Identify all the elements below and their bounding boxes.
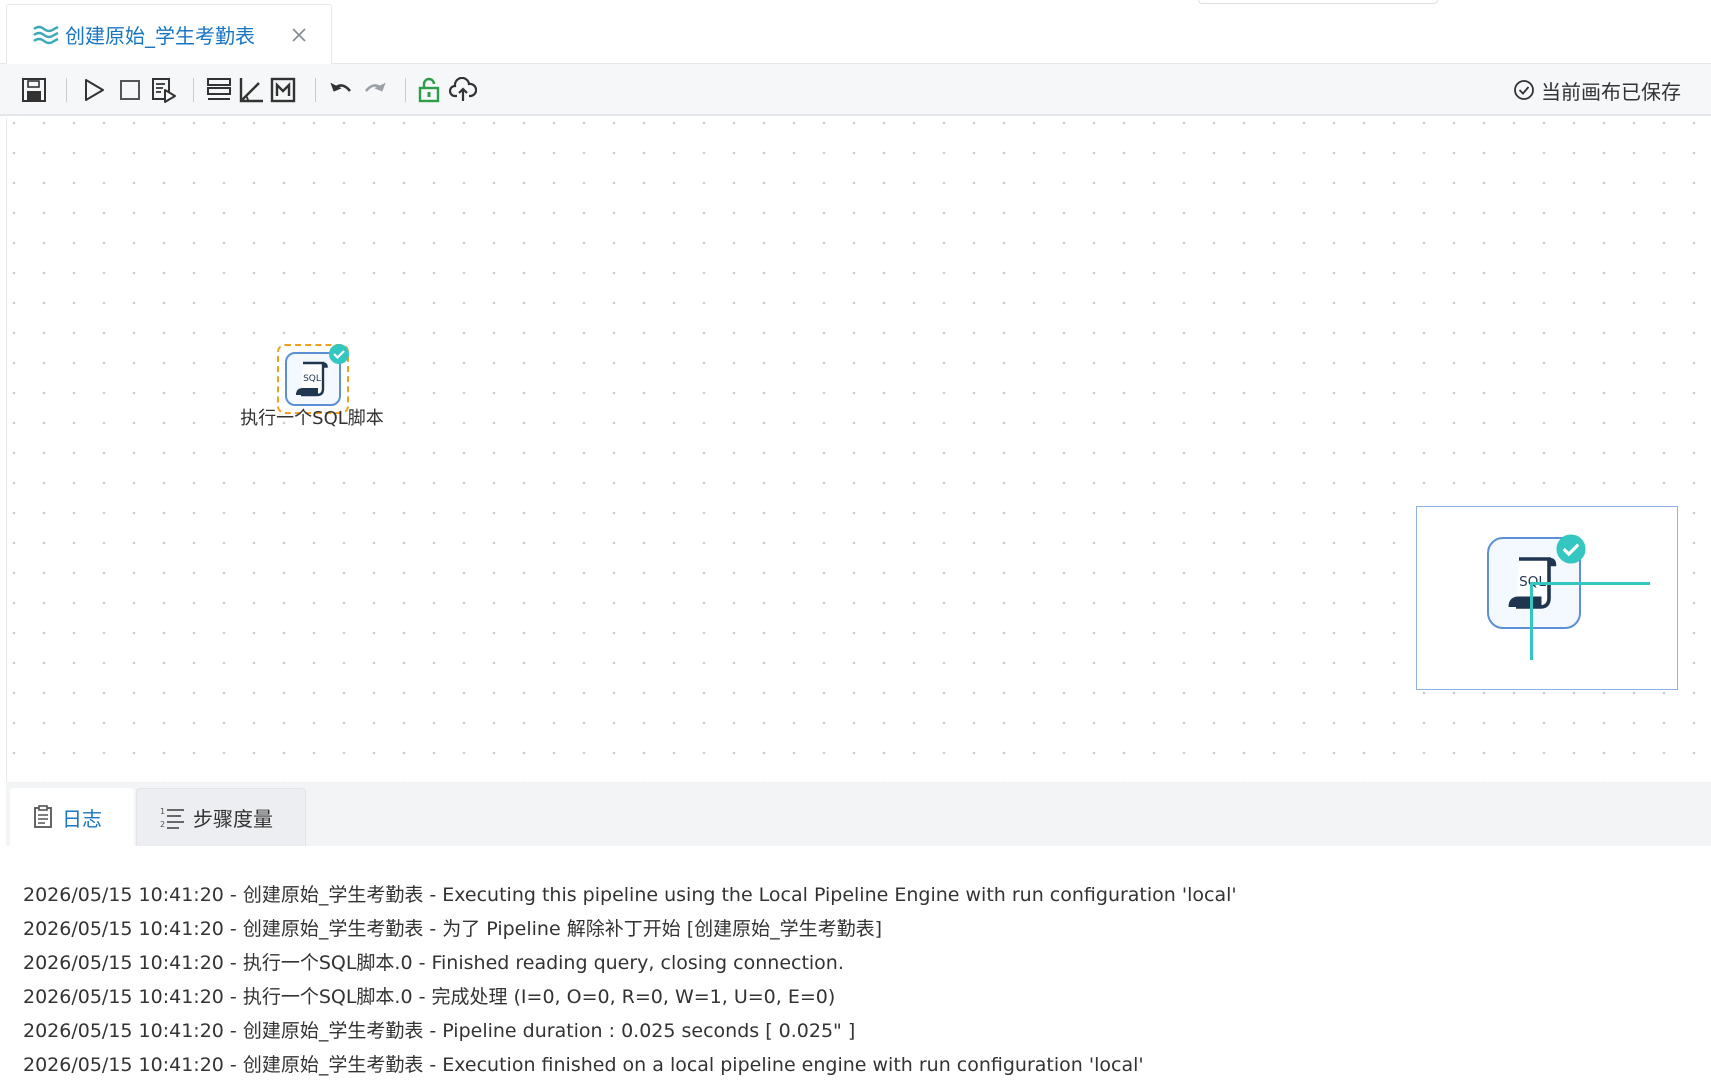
log-output[interactable]: 2026/05/15 10:41:20 - 创建原始_学生考勤表 - Execu… [6,846,1711,1080]
log-line: 2026/05/15 10:41:20 - 创建原始_学生考勤表 - Execu… [23,1054,1144,1076]
toolbar-divider [193,78,194,102]
preview-icon[interactable] [149,75,179,105]
log-line: 2026/05/15 10:41:20 - 创建原始_学生考勤表 - 为了 Pi… [23,918,883,940]
unlock-icon[interactable] [414,75,444,105]
top-search-box[interactable] [1198,0,1438,4]
minimap-crosshair-h [1530,582,1650,585]
stop-icon[interactable] [115,75,145,105]
metric-icon[interactable] [268,75,298,105]
bottom-panel-tabs: 日志 1 2 步骤度量 [6,782,1711,846]
log-line: 2026/05/15 10:41:20 - 执行一个SQL脚本.0 - 完成处理… [23,986,836,1008]
save-icon[interactable] [19,75,49,105]
sql-icon-text: SQL [303,374,321,384]
play-icon[interactable] [79,75,109,105]
check-circle-icon [1514,80,1534,100]
pipeline-wave-icon [31,20,61,50]
pipeline-canvas[interactable]: SQL 执行一个SQL脚本 SQL [6,118,1711,782]
log-line: 2026/05/15 10:41:20 - 执行一个SQL脚本.0 - Fini… [23,952,844,974]
tab-log-label: 日志 [62,806,102,831]
saved-status: 当前画布已保存 [1513,76,1681,104]
canvas-minimap[interactable]: SQL [1416,506,1678,690]
toolbar-divider [315,78,316,102]
tab-pipeline[interactable]: 创建原始_学生考勤表 [6,4,332,64]
svg-text:1: 1 [160,807,165,816]
success-check-icon [1556,534,1586,564]
log-icon [34,805,52,828]
editor-tabbar: 创建原始_学生考勤表 [0,0,1711,64]
success-check-icon [329,344,349,364]
node-label: 执行一个SQL脚本 [240,408,384,429]
cloud-upload-icon[interactable] [448,75,478,105]
tab-log[interactable]: 日志 [10,788,134,846]
tab-step-metrics[interactable]: 1 2 步骤度量 [136,788,306,846]
saved-status-text: 当前画布已保存 [1541,79,1681,104]
close-icon[interactable] [284,20,314,50]
angle-icon[interactable] [236,75,266,105]
ordered-list-icon: 1 2 [160,807,184,829]
minimap-crosshair-v [1530,582,1533,660]
tab-title: 创建原始_学生考勤表 [65,24,255,48]
log-line: 2026/05/15 10:41:20 - 创建原始_学生考勤表 - Execu… [23,884,1237,906]
toolbar-divider [66,78,67,102]
toolbar-divider [405,78,406,102]
align-icon[interactable] [204,75,234,105]
pipeline-toolbar: 当前画布已保存 [0,64,1711,116]
log-line: 2026/05/15 10:41:20 - 创建原始_学生考勤表 - Pipel… [23,1020,856,1042]
svg-text:2: 2 [160,820,165,829]
tab-step-metrics-label: 步骤度量 [193,807,273,831]
undo-icon[interactable] [326,75,356,105]
redo-icon[interactable] [360,75,390,105]
